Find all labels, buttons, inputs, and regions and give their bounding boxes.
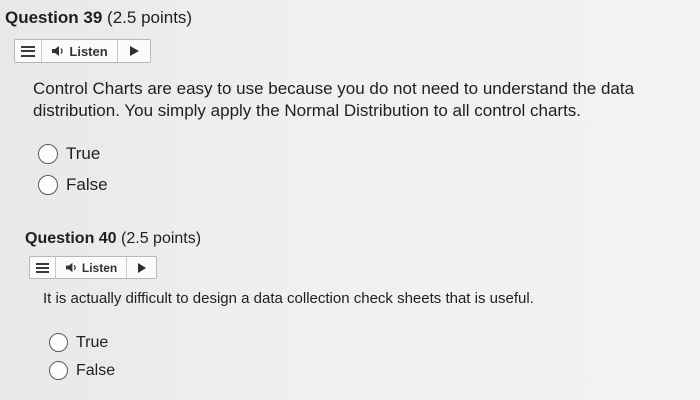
answer-option-false[interactable]: False (49, 361, 115, 380)
listen-button[interactable]: Listen (54, 257, 127, 278)
play-button[interactable] (117, 40, 150, 62)
speaker-icon (65, 262, 76, 273)
option-label: False (66, 175, 108, 194)
menu-button[interactable] (15, 40, 41, 62)
play-button[interactable] (126, 257, 156, 278)
option-label: False (76, 361, 116, 379)
hamburger-menu-icon (20, 45, 35, 57)
radio-button[interactable] (38, 175, 58, 195)
listen-label: Listen (69, 43, 108, 59)
question-points: (2.5 points) (107, 8, 193, 27)
radio-button[interactable] (49, 333, 68, 352)
question-39-title: Question 39 (2.5 points) (5, 8, 192, 28)
listen-label: Listen (81, 260, 118, 275)
listen-toolbar: Listen (14, 39, 151, 63)
answer-option-true[interactable]: True (49, 333, 108, 352)
answer-option-true[interactable]: True (38, 144, 100, 164)
hamburger-menu-icon (35, 262, 49, 273)
radio-button[interactable] (38, 144, 58, 164)
answer-option-false[interactable]: False (38, 175, 108, 195)
question-points: (2.5 points) (121, 230, 202, 247)
question-number: Question 40 (25, 230, 117, 247)
menu-button[interactable] (30, 257, 55, 278)
question-number: Question 39 (5, 8, 103, 27)
question-prompt: Control Charts are easy to use because y… (33, 79, 635, 121)
question-40-title: Question 40 (2.5 points) (25, 230, 201, 248)
play-icon (137, 262, 146, 273)
radio-button[interactable] (49, 361, 68, 380)
option-label: True (66, 144, 101, 163)
play-icon (129, 46, 139, 56)
listen-toolbar: Listen (29, 256, 157, 279)
option-label: True (76, 333, 109, 351)
question-prompt: It is actually difficult to design a dat… (43, 290, 534, 307)
listen-button[interactable]: Listen (40, 40, 118, 62)
speaker-icon (52, 46, 64, 56)
